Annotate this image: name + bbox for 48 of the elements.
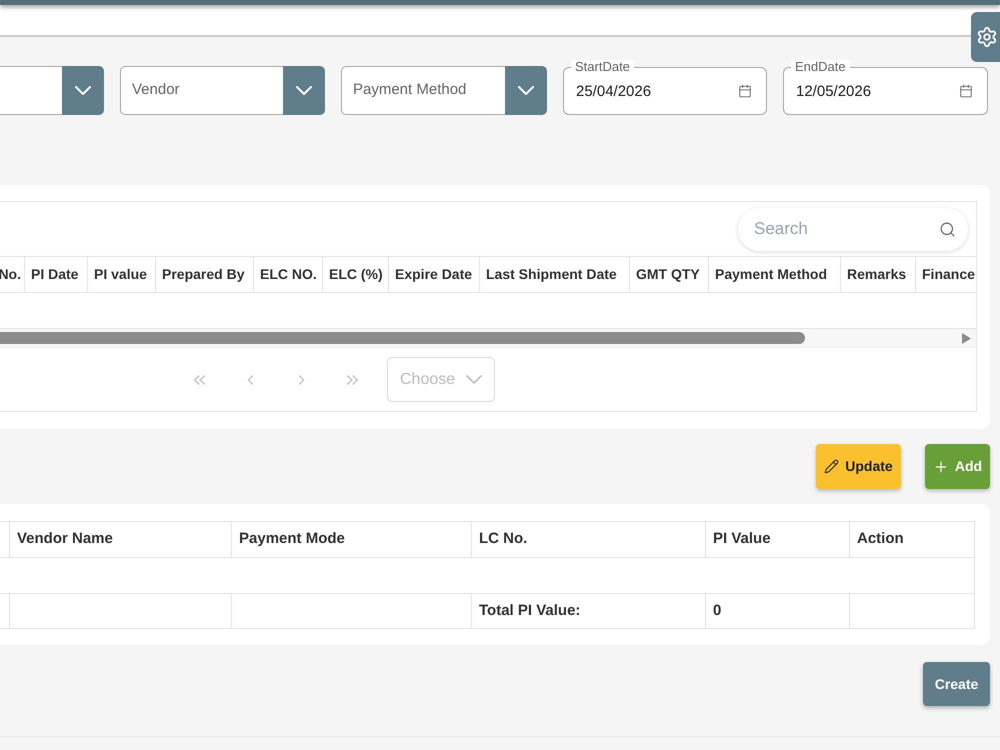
field-label: StartDate — [571, 60, 634, 74]
date-value: 25/04/2026 — [576, 82, 652, 102]
chevron-down-icon — [296, 86, 312, 95]
add-button[interactable]: Add — [925, 444, 990, 489]
total-value: 0 — [713, 600, 722, 621]
column-header: Last Shipment Date — [486, 265, 617, 284]
chevron-down-icon — [518, 86, 534, 95]
calendar-icon — [738, 84, 752, 98]
column-header: LC No. — [479, 529, 528, 550]
update-button[interactable]: Update — [816, 444, 901, 489]
search-icon — [939, 220, 956, 238]
pencil-icon — [824, 459, 840, 474]
scrollbar-thumb[interactable] — [0, 332, 805, 344]
select-field[interactable]: Vendor — [120, 66, 283, 115]
select-field[interactable] — [0, 66, 62, 115]
column-header: Payment Method — [715, 265, 828, 284]
settings-button[interactable] — [971, 12, 1000, 62]
select-field[interactable]: Payment Method — [341, 66, 505, 115]
column-header: Vendor Name — [17, 529, 113, 550]
double-chevron-right-icon — [346, 374, 358, 384]
column-header: Payment Mode — [239, 529, 345, 550]
column-header: Action — [857, 529, 904, 550]
create-button[interactable]: Create — [923, 662, 990, 706]
field-label: EndDate — [791, 60, 850, 74]
chevron-down-icon — [75, 86, 91, 95]
column-header: Expire Date — [395, 265, 472, 284]
date-value: 12/05/2026 — [796, 82, 872, 102]
scroll-right-arrow-icon[interactable] — [962, 332, 971, 344]
chevron-left-icon — [246, 374, 254, 384]
double-chevron-left-icon — [192, 374, 206, 384]
column-header: ELC (%) — [329, 265, 383, 284]
column-header: Prepared By — [162, 265, 244, 284]
horizontal-scrollbar[interactable] — [0, 329, 976, 347]
column-header: Finance — [922, 265, 975, 284]
dropdown-button[interactable] — [283, 66, 325, 115]
calendar-icon — [959, 84, 973, 98]
column-header: PI Value — [713, 529, 771, 550]
column-header: PI value — [94, 265, 147, 284]
column-header: GMT QTY — [636, 265, 700, 284]
chevron-right-icon — [298, 374, 304, 384]
column-header: Remarks — [847, 265, 906, 284]
column-header: ELC NO. — [260, 265, 317, 284]
chevron-down-icon — [466, 375, 482, 384]
dropdown-button[interactable] — [62, 66, 104, 115]
settings-icon — [976, 26, 998, 48]
column-header: PI Date — [31, 265, 78, 284]
dropdown-button[interactable] — [505, 66, 547, 115]
total-label: Total PI Value: — [479, 600, 580, 621]
